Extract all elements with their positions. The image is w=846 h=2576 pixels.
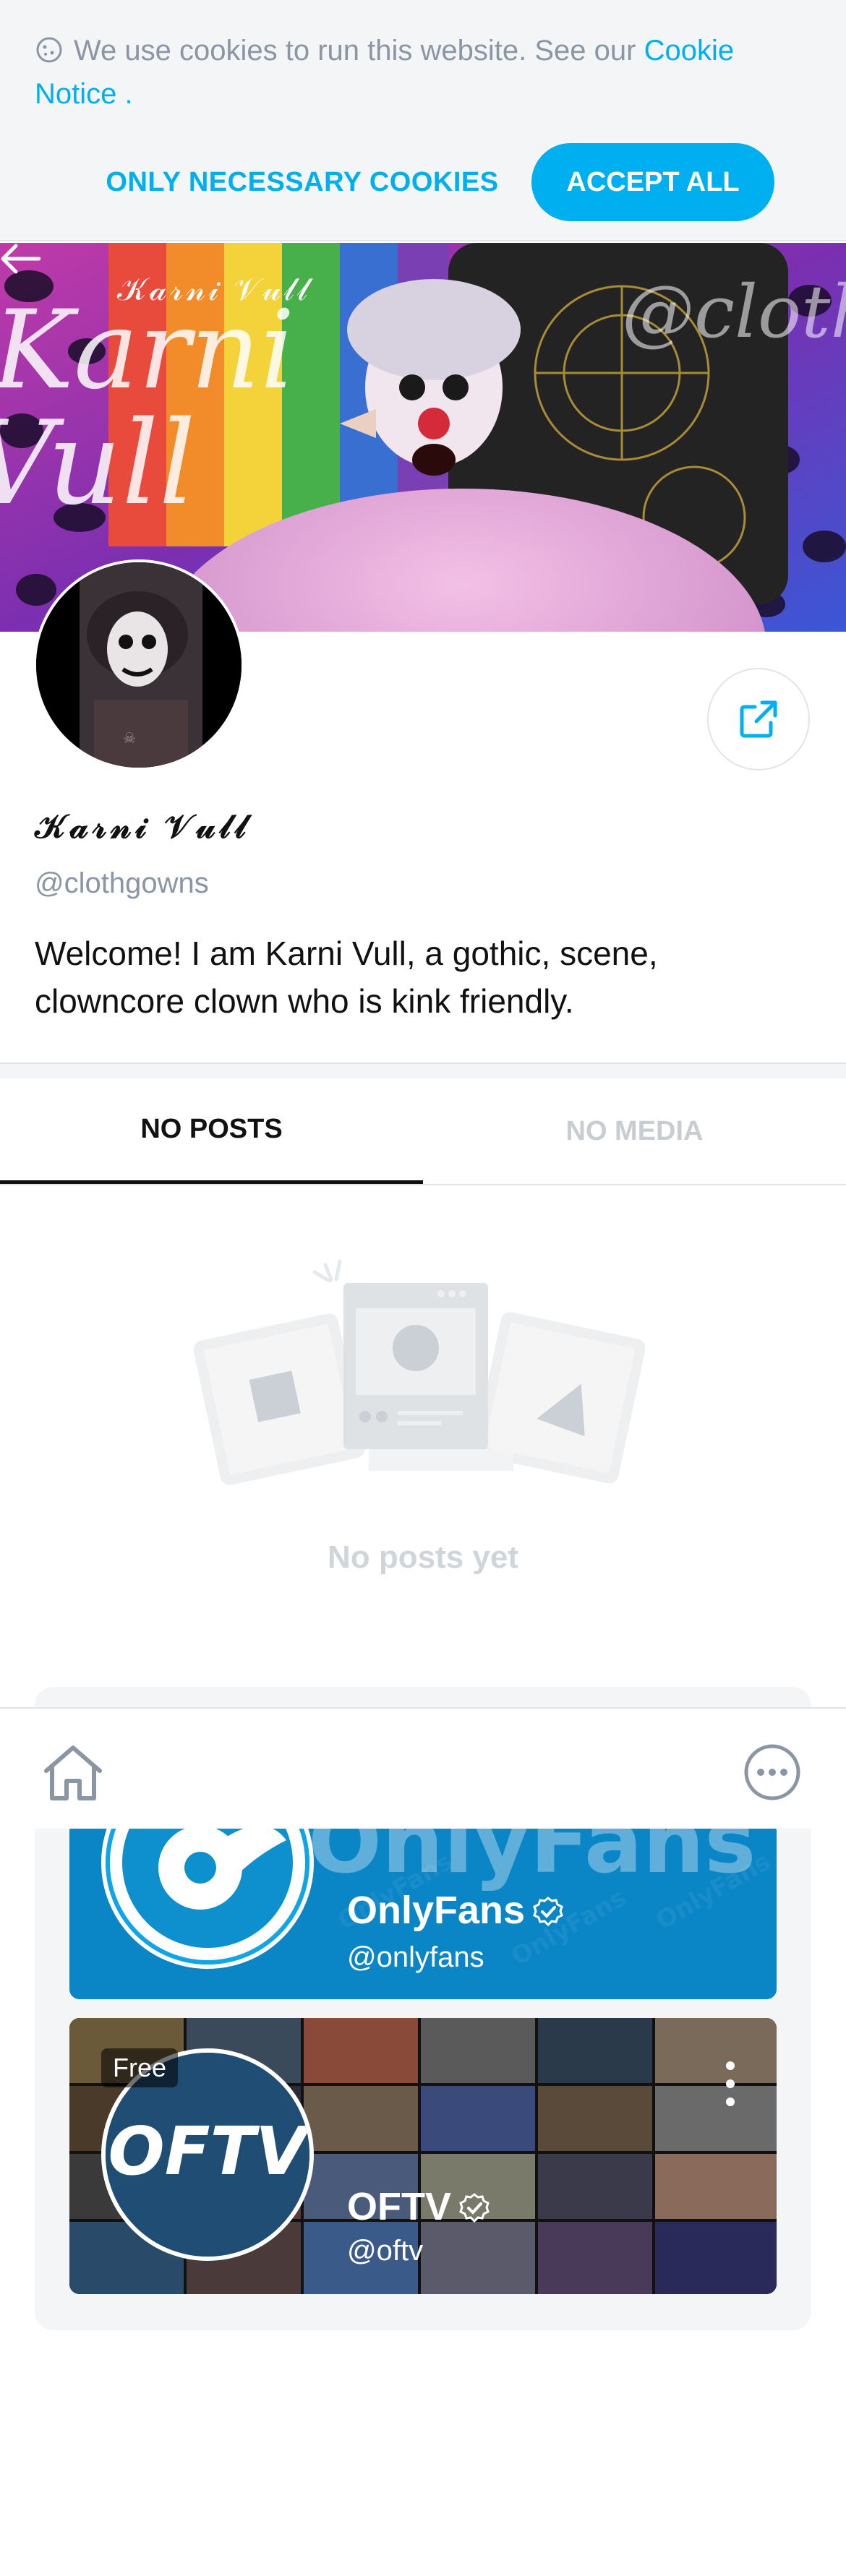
onlyfans-name: OnlyFans [347,1888,564,1933]
onlyfans-name-text: OnlyFans [347,1889,526,1932]
home-icon[interactable] [40,1742,106,1804]
svg-text:@clothgo: @clothgo [622,270,846,354]
oftv-handle: @oftv [347,2235,424,2267]
cookie-suffix: . [116,78,133,110]
verified-check-icon [459,2193,490,2223]
bottom-navigation [0,1707,846,1829]
more-horizontal-icon[interactable] [742,1742,803,1803]
section-divider [0,1062,846,1078]
content-tabs: NO POSTS NO MEDIA [0,1078,846,1185]
cover-title: 𝒦𝒶𝓇𝓃𝒾 𝒱𝓊𝓁𝓁 [117,272,311,307]
oftv-name-text: OFTV [347,2185,451,2228]
cookie-banner: We use cookies to run this website. See … [0,0,846,241]
cookie-message: We use cookies to run this website. See … [74,35,644,66]
empty-posts-illustration [193,1259,646,1485]
avatar-image: ☠ [36,562,242,768]
empty-posts-text: No posts yet [327,1540,519,1575]
arrow-left-icon[interactable] [0,243,40,275]
onlyfans-banner-text: OnlyFans [308,1821,756,1893]
tab-posts[interactable]: NO POSTS [0,1078,423,1184]
more-vertical-icon[interactable] [723,2058,738,2109]
verified-check-icon [533,1897,563,1927]
oftv-name: OFTV [347,2184,490,2229]
accept-all-button[interactable]: ACCEPT ALL [531,143,774,221]
profile-avatar[interactable]: ☠ [33,559,244,770]
profile-name: 𝒦𝒶𝓇𝓃𝒾 𝒱𝓊𝓁𝓁 [35,807,250,845]
cookie-text: We use cookies to run this website. See … [35,29,808,116]
free-badge: Free [101,2048,179,2087]
cookie-icon [36,37,62,63]
profile-bio: Welcome! I am Karni Vull, a gothic, scen… [35,935,658,1020]
profile-handle: @clothgowns [35,867,209,899]
onlyfans-handle: @onlyfans [347,1941,484,1973]
only-necessary-cookies-button[interactable]: ONLY NECESSARY COOKIES [85,142,519,223]
svg-text:☠: ☠ [123,729,136,747]
share-button[interactable] [707,668,810,770]
tab-media[interactable]: NO MEDIA [423,1078,846,1184]
svg-text:Vull: Vull [0,395,196,531]
share-icon [740,700,777,738]
oftv-logo-text: OFTV [108,2113,309,2190]
